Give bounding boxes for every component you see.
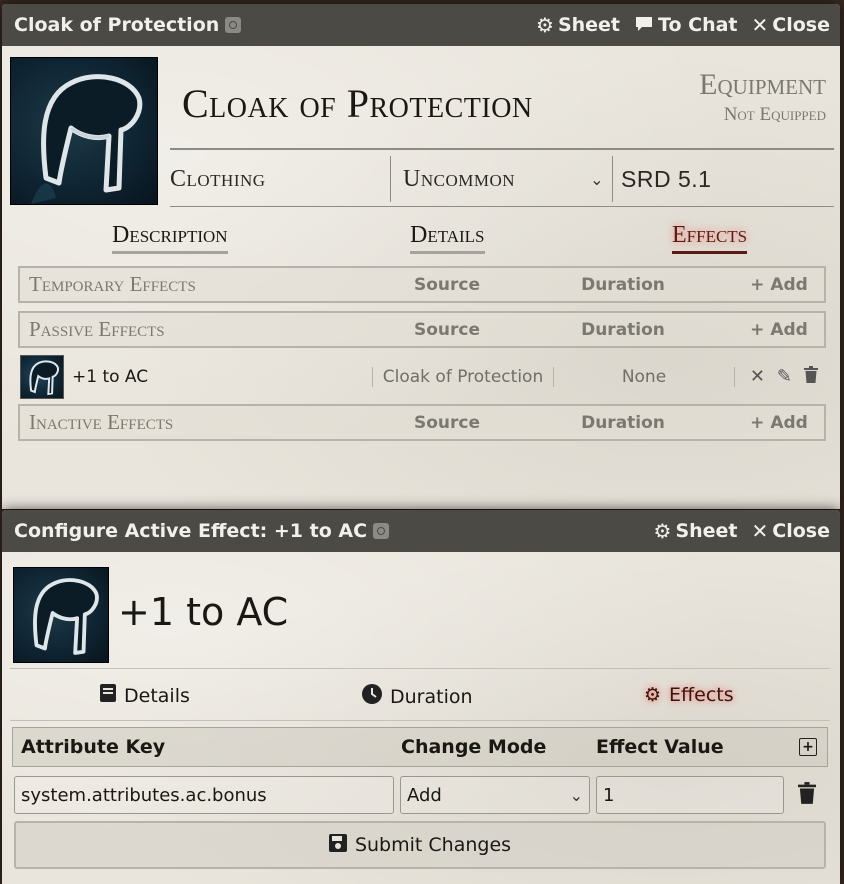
submit-label: Submit Changes xyxy=(354,834,512,856)
to-chat-button[interactable]: To Chat xyxy=(634,14,738,37)
passive-effects-title: Passive Effects xyxy=(29,317,165,341)
gear-icon: ⚙ xyxy=(653,519,672,543)
config-window-title: Configure Active Effect: +1 to AC xyxy=(14,520,368,542)
effect-name-title[interactable]: +1 to AC xyxy=(118,590,288,634)
close-button[interactable]: ✕ Close xyxy=(752,520,830,542)
clock-icon xyxy=(362,684,382,709)
change-mode-header: Change Mode xyxy=(401,736,547,758)
tab-details[interactable]: Details xyxy=(410,222,485,254)
sheet-button-label: Sheet xyxy=(675,520,738,542)
tab-duration[interactable]: Duration xyxy=(362,684,473,709)
change-row: system.attributes.ac.bonus Add ⌄ 1 xyxy=(12,775,828,815)
chevron-down-icon: ⌄ xyxy=(590,169,604,189)
close-icon: ✕ xyxy=(751,519,769,543)
toggle-effect-icon[interactable]: ✕ xyxy=(750,366,765,388)
close-label: Close xyxy=(772,520,830,542)
inactive-effects-header: Inactive Effects Source Duration + Add xyxy=(18,404,826,441)
changes-header: Attribute Key Change Mode Effect Value + xyxy=(12,727,828,767)
chevron-down-icon: ⌄ xyxy=(569,785,583,805)
cogs-icon: ⚙ xyxy=(644,684,662,706)
add-label: Add xyxy=(770,319,808,340)
speech-bubble-icon xyxy=(634,14,654,37)
book-icon xyxy=(100,684,116,707)
save-icon xyxy=(328,833,347,857)
temporary-effects-header: Temporary Effects Source Duration + Add xyxy=(18,266,826,303)
active-effect-config-window: Configure Active Effect: +1 to AC ⚙ Shee… xyxy=(2,510,840,884)
effect-duration: None xyxy=(554,367,735,387)
duration-column-label: Duration xyxy=(581,319,665,340)
effect-value-header: Effect Value xyxy=(596,736,724,758)
sheet-button[interactable]: ⚙ Sheet xyxy=(536,14,620,36)
item-type-label: Equipment xyxy=(699,68,826,101)
tab-effects[interactable]: ⚙ Effects xyxy=(644,684,734,706)
edit-icon[interactable]: ✎ xyxy=(777,366,792,388)
to-chat-label: To Chat xyxy=(658,14,738,36)
duration-column-label: Duration xyxy=(581,412,665,433)
item-name[interactable]: Cloak of Protection xyxy=(182,80,533,127)
close-label: Close xyxy=(772,14,830,36)
tab-effects[interactable]: Effects xyxy=(672,222,748,254)
item-type-block: Equipment Not Equipped xyxy=(699,68,826,126)
add-inactive-effect-button[interactable]: + Add xyxy=(734,413,824,433)
divider xyxy=(10,668,830,669)
effect-image[interactable] xyxy=(13,567,109,663)
effect-source: Cloak of Protection xyxy=(372,367,554,387)
rarity-value: Uncommon xyxy=(403,165,516,192)
duration-column-label: Duration xyxy=(581,274,665,295)
sheet-button[interactable]: ⚙ Sheet xyxy=(654,520,738,542)
item-image[interactable] xyxy=(10,57,158,205)
tab-details-label: Details xyxy=(124,684,190,707)
config-tabs: Details Duration ⚙ Effects xyxy=(2,678,840,718)
submit-changes-button[interactable]: Submit Changes xyxy=(14,821,826,869)
add-temporary-effect-button[interactable]: + Add xyxy=(734,275,824,295)
effect-value-input[interactable]: 1 xyxy=(596,776,784,814)
trash-icon[interactable] xyxy=(804,366,818,388)
tab-details[interactable]: Details xyxy=(100,684,190,707)
source-column-label: Source xyxy=(413,319,481,340)
effect-thumbnail[interactable] xyxy=(20,355,64,399)
item-source[interactable]: SRD 5.1 xyxy=(612,156,834,202)
change-mode-value: Add xyxy=(407,784,442,806)
item-meta-row: Clothing Uncommon ⌄ SRD 5.1 xyxy=(170,152,834,207)
passive-effects-header: Passive Effects Source Duration + Add xyxy=(18,311,826,348)
effect-row[interactable]: +1 to AC Cloak of Protection None ✕ ✎ xyxy=(18,352,826,402)
globe-badge-icon[interactable] xyxy=(225,17,242,33)
rarity-select[interactable]: Uncommon ⌄ xyxy=(390,156,612,202)
close-icon: ✕ xyxy=(751,13,769,37)
source-column-label: Source xyxy=(413,274,481,295)
temporary-effects-title: Temporary Effects xyxy=(29,272,196,296)
item-window-titlebar[interactable]: Cloak of Protection ⚙ Sheet To Chat ✕ Cl… xyxy=(2,4,840,46)
add-label: Add xyxy=(770,412,808,433)
gear-icon: ⚙ xyxy=(536,13,554,37)
tab-duration-label: Duration xyxy=(390,685,473,708)
divider xyxy=(10,720,830,721)
globe-badge-icon[interactable] xyxy=(373,523,390,539)
title-divider xyxy=(170,148,834,150)
add-passive-effect-button[interactable]: + Add xyxy=(734,320,824,340)
change-mode-select[interactable]: Add ⌄ xyxy=(400,776,590,814)
item-category: Clothing xyxy=(170,165,266,192)
sheet-button-label: Sheet xyxy=(557,14,621,36)
trash-icon[interactable] xyxy=(798,781,816,809)
source-column-label: Source xyxy=(413,412,481,433)
tab-description[interactable]: Description xyxy=(112,222,228,254)
close-button[interactable]: ✕ Close xyxy=(752,14,830,36)
attribute-key-input[interactable]: system.attributes.ac.bonus xyxy=(14,776,394,814)
inactive-effects-title: Inactive Effects xyxy=(29,410,174,434)
item-sheet-window: Cloak of Protection ⚙ Sheet To Chat ✕ Cl… xyxy=(2,4,840,509)
add-change-icon[interactable]: + xyxy=(799,738,817,756)
add-label: Add xyxy=(770,274,808,295)
effect-name: +1 to AC xyxy=(72,367,149,387)
item-window-title: Cloak of Protection xyxy=(14,14,220,36)
effect-controls: ✕ ✎ xyxy=(735,366,826,388)
tab-effects-label: Effects xyxy=(669,684,734,706)
attribute-key-header: Attribute Key xyxy=(21,736,166,758)
item-tabs: Description Details Effects xyxy=(2,216,840,260)
config-window-titlebar[interactable]: Configure Active Effect: +1 to AC ⚙ Shee… xyxy=(2,510,840,552)
equip-status: Not Equipped xyxy=(723,104,826,125)
